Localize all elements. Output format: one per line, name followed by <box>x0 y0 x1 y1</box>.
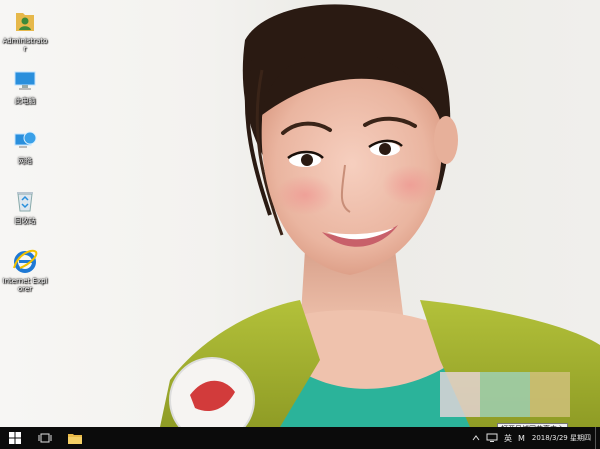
wallpaper <box>160 4 600 427</box>
desktop-icon-administrator[interactable]: Administrator <box>2 8 48 53</box>
desktop-icon-label: 网络 <box>18 157 32 165</box>
clock[interactable]: 2018/3/29 星期四 <box>528 434 595 443</box>
computer-icon <box>12 68 38 94</box>
clock-line: 2018/3/29 星期四 <box>532 434 591 443</box>
tray-network-button[interactable] <box>483 427 501 449</box>
network-icon <box>12 128 38 154</box>
windows-logo-icon <box>9 432 21 444</box>
desktop-icon-label: Administrator <box>2 37 48 53</box>
clock-date: 2018/3/29 <box>531 433 568 442</box>
ime-language[interactable]: 英 <box>501 427 515 449</box>
start-button[interactable] <box>0 427 30 449</box>
ime-mode[interactable]: M <box>515 427 528 449</box>
desktop-icon-label: 此电脑 <box>14 97 36 105</box>
file-explorer-button[interactable] <box>60 427 90 449</box>
task-view-button[interactable] <box>30 427 60 449</box>
desktop-icon-label: 回收站 <box>14 217 36 225</box>
task-view-icon <box>38 433 52 443</box>
show-desktop-button[interactable] <box>595 427 600 449</box>
clock-weekday: 星期四 <box>570 433 591 442</box>
desktop-icon-network[interactable]: 网络 <box>2 128 48 165</box>
desktop: Administrator 此电脑 网络 回收站 Internet Explor… <box>0 0 600 449</box>
folder-icon <box>68 434 82 444</box>
taskbar: 英 M 2018/3/29 星期四 <box>0 427 600 449</box>
system-tray: 英 M 2018/3/29 星期四 <box>469 427 600 449</box>
recycle-bin-icon <box>12 188 38 214</box>
chevron-up-icon <box>472 435 480 441</box>
internet-explorer-icon <box>12 248 38 274</box>
network-icon <box>486 433 498 442</box>
show-hidden-icons-button[interactable] <box>469 427 483 449</box>
desktop-icon-internet-explorer[interactable]: Internet Explorer <box>2 248 48 293</box>
desktop-icon-label: Internet Explorer <box>2 277 48 293</box>
user-folder-icon <box>12 8 38 34</box>
desktop-icon-this-pc[interactable]: 此电脑 <box>2 68 48 105</box>
desktop-icon-recycle-bin[interactable]: 回收站 <box>2 188 48 225</box>
